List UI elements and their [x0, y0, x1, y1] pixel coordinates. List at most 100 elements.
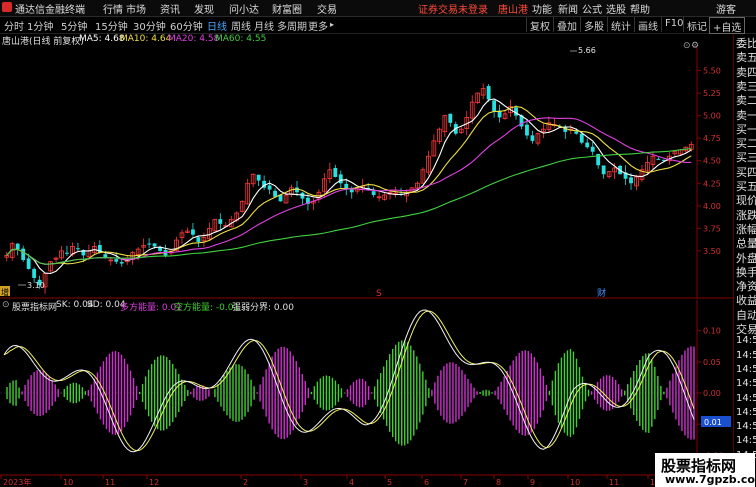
period-tab-daily[interactable]: 日线	[207, 18, 227, 33]
app-logo-icon	[2, 2, 12, 12]
boundary-label: 强弱分界: 0.00	[232, 303, 294, 313]
tool-stats[interactable]: 统计	[607, 17, 634, 33]
candle-body	[196, 237, 201, 242]
tool-mark[interactable]: 标记	[683, 17, 710, 33]
panel-item[interactable]: 14:50	[736, 407, 756, 418]
candle-body	[152, 243, 157, 247]
price-tick-label: 5.00	[703, 112, 721, 121]
candle-body	[574, 131, 579, 134]
period-tab-60min[interactable]: 60分钟	[170, 18, 203, 33]
time-tick-label: 4	[349, 478, 354, 487]
ma20-label: MA20: 4.58	[168, 34, 220, 44]
candle-body	[26, 258, 31, 269]
indicator-current-value: 0.01	[704, 418, 722, 427]
menu-item-wealth[interactable]: 财富圈	[272, 1, 302, 16]
more-dropdown-icon[interactable]: ▸	[330, 20, 334, 29]
candle-body	[333, 167, 338, 177]
period-tab-more[interactable]: 更多	[308, 18, 328, 33]
time-tick-label: 10	[63, 478, 73, 487]
time-tick-label: 6	[424, 478, 429, 487]
panel-item[interactable]: 14:50	[736, 335, 756, 346]
panel-item[interactable]: 14:50	[736, 378, 756, 389]
candle-body	[371, 191, 376, 195]
tool-add-favorite[interactable]: +自选	[709, 17, 746, 34]
title-item-help[interactable]: 帮助	[630, 1, 650, 16]
title-item-formula[interactable]: 公式	[582, 1, 602, 16]
time-tick-label: 5	[387, 478, 392, 487]
candle-body	[267, 185, 272, 190]
candle-body	[32, 268, 37, 278]
marker-s-label[interactable]: S	[376, 289, 382, 299]
long-energy-label: 多方能量: 0.01	[120, 303, 182, 313]
time-tick-label: 3	[303, 478, 308, 487]
time-tick-label: 2	[243, 478, 248, 487]
title-item-function[interactable]: 功能	[532, 1, 552, 16]
indicator-settings-icon[interactable]: ⊙	[2, 300, 10, 310]
period-tab-15min[interactable]: 15分钟	[95, 18, 128, 33]
time-tick-label: 11	[105, 478, 115, 487]
title-item-guest[interactable]: 游客	[716, 1, 736, 16]
candle-body	[338, 174, 343, 184]
period-tab-multi[interactable]: 多周期	[277, 18, 307, 33]
ma10-label: MA10: 4.64	[120, 34, 172, 44]
candle-body	[525, 124, 529, 136]
period-tab-intraday[interactable]: 分时	[4, 18, 24, 33]
title-item-select[interactable]: 选股	[606, 1, 626, 16]
menu-item-market[interactable]: 行情	[103, 1, 123, 16]
time-tick-label: 2023年	[3, 477, 31, 487]
candle-body	[191, 229, 195, 235]
period-tab-5min[interactable]: 5分钟	[61, 18, 87, 33]
candle-body	[256, 174, 261, 181]
panel-item[interactable]: 14:50	[736, 421, 756, 432]
ma5-label: MA5: 4.68	[79, 34, 125, 44]
marker-hui-label: 增	[1, 287, 9, 297]
period-tab-30min[interactable]: 30分钟	[133, 18, 166, 33]
price-tick-label: 3.50	[703, 247, 721, 256]
quote-side-panel: 委比 卖五 卖四 卖三 卖二 卖一 买一 买二 买三 买四 买五 现价 涨跌 涨幅 总量 外盘 换手 净资 收益 自动…	[733, 34, 756, 487]
menu-item-discover[interactable]: 发现	[194, 1, 214, 16]
kline-chart[interactable]: 5.50 5.25 5.00 4.75 4.50 4.25 4.00 3.75 3.50 0.1…	[0, 34, 733, 487]
time-tick-label: 11	[609, 478, 619, 487]
tool-adjust[interactable]: 复权	[526, 17, 553, 33]
price-tick-label: 4.25	[703, 179, 721, 188]
price-tick-label: 4.75	[703, 134, 721, 143]
candle-body	[15, 243, 20, 250]
indicator-tick-label: 0.05	[703, 358, 721, 367]
menu-item-ask[interactable]: 问小达	[229, 1, 259, 16]
watermark-url: www.7gpzb.com	[665, 473, 756, 486]
chart-options-icon[interactable]: ⊙	[683, 41, 691, 51]
tool-overlay[interactable]: 叠加	[553, 17, 580, 33]
menu-item-markets[interactable]: 市场	[126, 1, 146, 16]
candle-body	[119, 262, 124, 264]
price-tick-label: 5.50	[703, 67, 721, 76]
high-price-label: 5.66	[578, 46, 596, 55]
time-tick-label: 12	[149, 478, 159, 487]
panel-item[interactable]: 14:50	[736, 393, 756, 404]
menu-item-news[interactable]: 资讯	[160, 1, 180, 16]
stock-title[interactable]: 唐山港(日线 前复权)	[2, 34, 84, 47]
period-tab-1min[interactable]: 1分钟	[27, 18, 53, 33]
chart-settings-icon[interactable]: ⚙	[691, 41, 699, 51]
indicator-name[interactable]: 股票指标网	[12, 300, 57, 313]
title-item-news[interactable]: 新闻	[558, 1, 578, 16]
candle-body	[295, 187, 299, 193]
login-notice[interactable]: 证券交易未登录 唐山港	[418, 1, 528, 16]
tool-draw[interactable]: 画线	[634, 17, 661, 33]
panel-item[interactable]: 14:50	[736, 364, 756, 375]
tool-multi-stock[interactable]: 多股	[580, 17, 607, 33]
price-tick-label: 3.75	[703, 224, 721, 233]
time-tick-label: 8	[496, 478, 501, 487]
candle-body	[601, 165, 606, 175]
panel-item[interactable]: 14:50	[736, 435, 756, 446]
menu-item-trade[interactable]: 交易	[317, 1, 337, 16]
candle-body	[585, 142, 590, 148]
title-bar: 通达信金融终端 行情 市场 资讯 发现 问小达 财富圈 交易 证券交易未登录 唐…	[0, 0, 756, 17]
candle-body	[448, 113, 453, 123]
candle-body	[218, 219, 223, 224]
marker-cai-label[interactable]: 财	[597, 287, 606, 299]
period-toolbar: 分时 1分钟 5分钟 15分钟 30分钟 60分钟 日线 周线 月线 多周期 更…	[0, 17, 756, 34]
period-tab-monthly[interactable]: 月线	[254, 18, 274, 33]
time-tick-label: 10	[570, 478, 580, 487]
panel-item[interactable]: 14:50	[736, 350, 756, 361]
period-tab-weekly[interactable]: 周线	[231, 18, 251, 33]
